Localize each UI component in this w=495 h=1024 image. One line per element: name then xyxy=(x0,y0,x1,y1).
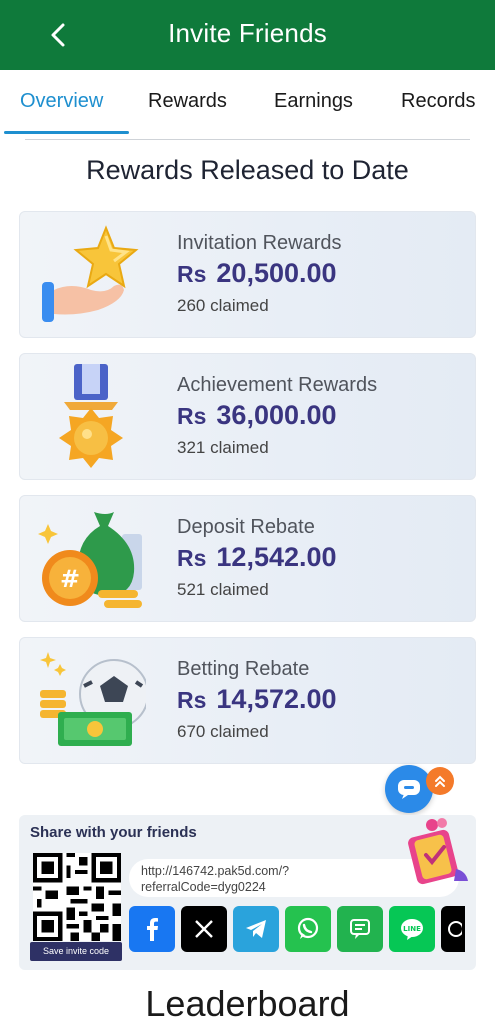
svg-text:LINE: LINE xyxy=(403,925,421,933)
save-invite-code-button[interactable]: Save invite code xyxy=(30,942,122,961)
sms-icon xyxy=(350,919,370,939)
section-title: Rewards Released to Date xyxy=(86,155,409,185)
gift-box-icon[interactable] xyxy=(402,815,474,887)
claimed-count: 321 claimed xyxy=(177,438,269,457)
reward-card-invitation[interactable]: Invitation Rewards Rs 20,500.00 260 claim… xyxy=(19,211,476,338)
share-facebook-button[interactable] xyxy=(129,906,175,952)
page-title: Invite Friends xyxy=(168,18,327,48)
medal-icon xyxy=(59,364,123,468)
reward-amount: Rs 14,572.00 xyxy=(177,684,337,714)
threads-icon xyxy=(448,921,462,937)
money-bag-icon: # xyxy=(38,512,142,608)
whatsapp-icon xyxy=(297,917,319,939)
share-telegram-button[interactable] xyxy=(233,906,279,952)
reward-amount: Rs 36,000.00 xyxy=(177,400,337,430)
app-header: Invite Friends xyxy=(0,0,495,70)
double-chevron-up-icon xyxy=(435,775,445,787)
chat-icon xyxy=(398,780,420,799)
share-threads-button[interactable] xyxy=(441,906,465,952)
soccer-cash-icon xyxy=(40,652,146,746)
reward-amount: Rs 12,542.00 xyxy=(177,542,337,572)
claimed-count: 260 claimed xyxy=(177,296,269,315)
reward-amount: Rs 20,500.00 xyxy=(177,258,337,288)
leaderboard-title: Leaderboard xyxy=(145,983,350,1024)
tab-earnings[interactable]: Earnings xyxy=(274,90,353,113)
reward-label: Deposit Rebate xyxy=(177,516,315,538)
tab-overview[interactable]: Overview xyxy=(20,90,103,113)
chat-support-button[interactable] xyxy=(385,765,433,813)
tab-records[interactable]: Records xyxy=(401,90,475,113)
star-hand-icon xyxy=(42,225,139,322)
telegram-icon xyxy=(246,920,266,938)
reward-label: Achievement Rewards xyxy=(177,374,378,396)
share-whatsapp-button[interactable] xyxy=(285,906,331,952)
claimed-count: 521 claimed xyxy=(177,580,269,599)
tab-bar: Overview Rewards Earnings Records xyxy=(0,80,495,138)
svg-text:#: # xyxy=(60,565,80,593)
facebook-icon xyxy=(147,918,158,941)
line-icon: LINE xyxy=(401,919,423,940)
reward-card-betting[interactable]: Betting Rebate Rs 14,572.00 670 claimed xyxy=(19,637,476,764)
reward-card-deposit[interactable]: # Deposit Rebate Rs 12,542.00 521 claimed xyxy=(19,495,476,622)
divider xyxy=(25,139,470,140)
x-icon xyxy=(195,920,213,938)
qr-code xyxy=(33,853,121,941)
share-sms-button[interactable] xyxy=(337,906,383,952)
share-line-button[interactable]: LINE xyxy=(389,906,435,952)
claimed-count: 670 claimed xyxy=(177,722,269,741)
tab-active-indicator xyxy=(4,131,129,134)
share-title: Share with your friends xyxy=(30,824,197,841)
reward-card-achievement[interactable]: Achievement Rewards Rs 36,000.00 321 clai… xyxy=(19,353,476,480)
reward-label: Betting Rebate xyxy=(177,658,310,680)
scroll-top-button[interactable] xyxy=(426,767,454,795)
share-x-button[interactable] xyxy=(181,906,227,952)
tab-rewards[interactable]: Rewards xyxy=(148,90,227,113)
reward-label: Invitation Rewards xyxy=(177,232,342,254)
